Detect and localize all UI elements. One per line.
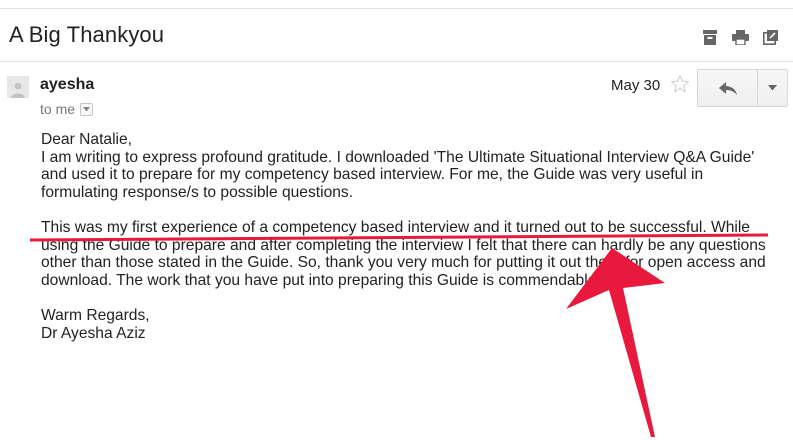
subject-divider bbox=[0, 61, 793, 62]
chevron-down-icon bbox=[768, 85, 777, 91]
person-icon bbox=[11, 82, 25, 98]
reply-icon bbox=[718, 81, 737, 95]
paragraph-1: I am writing to express profound gratitu… bbox=[41, 149, 781, 202]
email-date: May 30 bbox=[611, 77, 661, 94]
paragraph-line: I am writing to express profound gratitu… bbox=[41, 148, 755, 166]
closing: Warm Regards, bbox=[41, 306, 150, 324]
recipient-line: to me bbox=[40, 101, 94, 117]
new-window-icon[interactable] bbox=[760, 28, 780, 46]
paragraph-line: using the Guide to prepare and after com… bbox=[41, 236, 766, 254]
email-subject: A Big Thankyou bbox=[9, 22, 165, 47]
email-body: Dear Natalie, I am writing to express pr… bbox=[41, 131, 781, 342]
chevron-down-icon bbox=[83, 106, 91, 111]
paragraph-2: This was my first experience of a compet… bbox=[41, 219, 781, 289]
top-divider bbox=[0, 8, 793, 9]
reply-button[interactable] bbox=[698, 70, 758, 106]
paragraph-line: other than those stated in the Guide. So… bbox=[41, 254, 766, 272]
paragraph-line: download. The work that you have put int… bbox=[41, 271, 601, 289]
print-icon[interactable] bbox=[730, 28, 750, 46]
more-options-button[interactable] bbox=[758, 70, 787, 106]
paragraph-line: formulating response/s to possible quest… bbox=[41, 183, 354, 201]
details-toggle[interactable] bbox=[80, 102, 94, 116]
signature: Dr Ayesha Aziz bbox=[41, 324, 146, 342]
paragraph-line: and used it to prepare for my competency… bbox=[41, 166, 704, 184]
recipient-label: to me bbox=[40, 101, 76, 117]
greeting: Dear Natalie, bbox=[41, 131, 133, 148]
header-actions bbox=[700, 28, 780, 46]
sender-name[interactable]: ayesha bbox=[40, 76, 94, 94]
reply-button-group bbox=[697, 69, 788, 107]
avatar bbox=[7, 76, 29, 98]
paragraph-line: This was my first experience of a compet… bbox=[41, 218, 750, 236]
star-icon[interactable] bbox=[670, 74, 690, 99]
archive-icon[interactable] bbox=[700, 28, 720, 46]
